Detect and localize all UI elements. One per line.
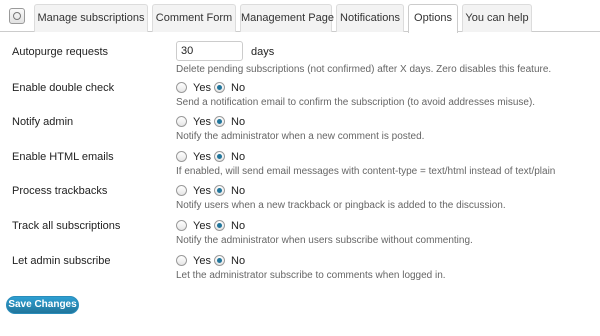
track-all-no-radio[interactable]	[214, 220, 225, 231]
tab-you-can-help[interactable]: You can help	[462, 4, 532, 32]
html-emails-yes-label: Yes	[193, 151, 211, 163]
admin-subscribe-no-radio[interactable]	[214, 255, 225, 266]
double-check-no-label: No	[231, 82, 246, 94]
autopurge-description: Delete pending subscriptions (not confir…	[176, 64, 552, 75]
trackbacks-label: Process trackbacks	[12, 185, 108, 197]
admin-subscribe-yes-label: Yes	[193, 255, 211, 267]
track-all-radio-group: Yes No	[176, 220, 245, 232]
html-emails-yes-radio[interactable]	[176, 151, 187, 162]
double-check-description: Send a notification email to confirm the…	[176, 97, 536, 108]
html-emails-label: Enable HTML emails	[12, 151, 114, 163]
track-all-no-label: No	[231, 220, 246, 232]
notify-admin-description: Notify the administrator when a new comm…	[176, 131, 425, 142]
trackbacks-description: Notify users when a new trackback or pin…	[176, 200, 506, 211]
track-all-yes-label: Yes	[193, 220, 211, 232]
notify-admin-no-radio[interactable]	[214, 116, 225, 127]
trackbacks-no-label: No	[231, 185, 246, 197]
notify-admin-yes-label: Yes	[193, 116, 211, 128]
tab-manage-subscriptions[interactable]: Manage subscriptions	[34, 4, 148, 32]
trackbacks-yes-radio[interactable]	[176, 185, 187, 196]
admin-subscribe-yes-radio[interactable]	[176, 255, 187, 266]
track-all-label: Track all subscriptions	[12, 220, 121, 232]
tab-management-page[interactable]: Management Page	[240, 4, 334, 32]
track-all-description: Notify the administrator when users subs…	[176, 235, 473, 246]
admin-subscribe-description: Let the administrator subscribe to comme…	[176, 270, 446, 281]
autopurge-days-input[interactable]	[176, 41, 243, 61]
notify-admin-no-label: No	[231, 116, 246, 128]
html-emails-no-label: No	[231, 151, 246, 163]
admin-subscribe-no-label: No	[231, 255, 246, 267]
notify-admin-label: Notify admin	[12, 116, 74, 128]
double-check-yes-label: Yes	[193, 82, 211, 94]
track-all-yes-radio[interactable]	[176, 220, 187, 231]
tab-bar: Manage subscriptions Comment Form Manage…	[0, 0, 600, 33]
plugin-logo-icon	[9, 8, 25, 24]
html-emails-radio-group: Yes No	[176, 151, 245, 163]
save-changes-button[interactable]: Save Changes	[6, 296, 79, 314]
double-check-no-radio[interactable]	[214, 82, 225, 93]
autopurge-unit: days	[251, 46, 275, 58]
double-check-radio-group: Yes No	[176, 82, 245, 94]
trackbacks-radio-group: Yes No	[176, 185, 245, 197]
html-emails-description: If enabled, will send email messages wit…	[176, 166, 556, 177]
notify-admin-yes-radio[interactable]	[176, 116, 187, 127]
notify-admin-radio-group: Yes No	[176, 116, 245, 128]
html-emails-no-radio[interactable]	[214, 151, 225, 162]
admin-subscribe-label: Let admin subscribe	[12, 255, 111, 267]
tab-comment-form[interactable]: Comment Form	[152, 4, 236, 32]
double-check-label: Enable double check	[12, 82, 115, 94]
admin-subscribe-radio-group: Yes No	[176, 255, 245, 267]
tab-options[interactable]: Options	[408, 4, 458, 33]
double-check-yes-radio[interactable]	[176, 82, 187, 93]
autopurge-label: Autopurge requests	[12, 46, 109, 58]
tab-notifications[interactable]: Notifications	[336, 4, 404, 32]
trackbacks-yes-label: Yes	[193, 185, 211, 197]
trackbacks-no-radio[interactable]	[214, 185, 225, 196]
